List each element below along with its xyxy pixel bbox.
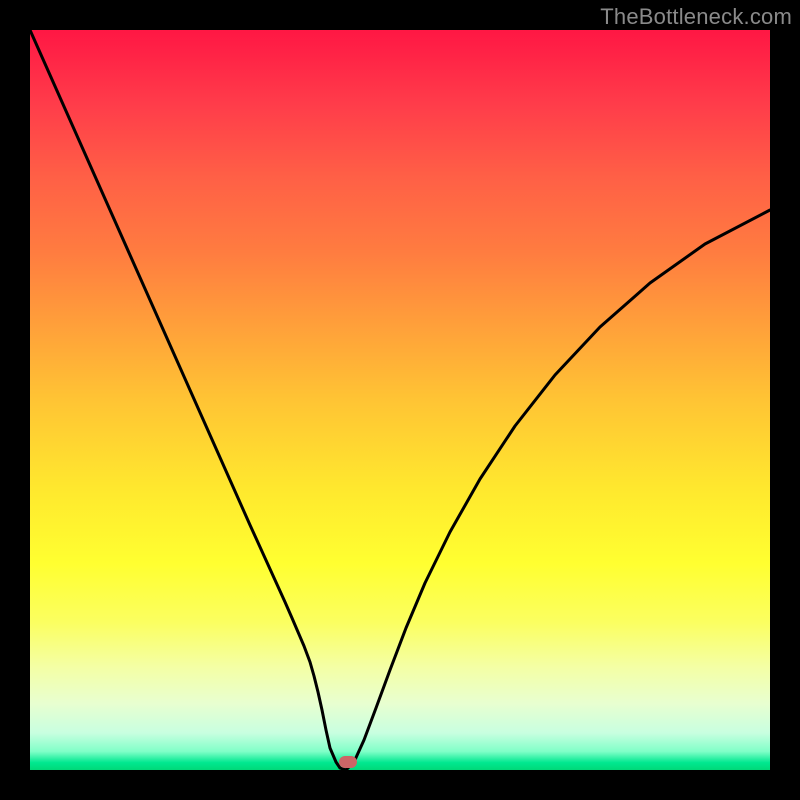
- watermark-text: TheBottleneck.com: [600, 4, 792, 30]
- plot-area: [30, 30, 770, 770]
- bottleneck-curve: [30, 30, 770, 770]
- optimal-point-marker: [339, 756, 357, 768]
- curve-svg: [30, 30, 770, 770]
- chart-frame: TheBottleneck.com: [0, 0, 800, 800]
